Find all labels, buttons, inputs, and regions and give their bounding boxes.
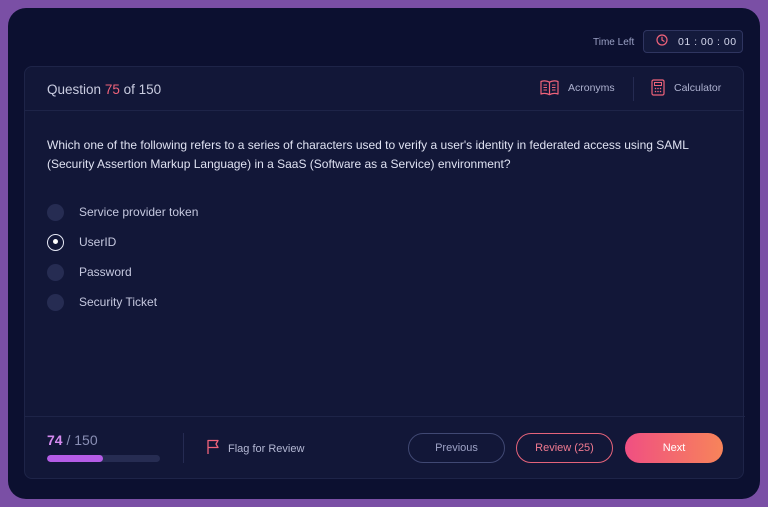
option-label: Security Ticket: [79, 295, 158, 309]
book-icon: [540, 79, 559, 96]
question-card: Question 75 of 150 Acronyms Calculator W…: [24, 66, 745, 480]
progress-bar: [47, 455, 160, 462]
question-footer: 74 / 150 Flag for Review Previous Review…: [25, 416, 745, 480]
previous-button[interactable]: Previous: [408, 433, 505, 463]
answer-option[interactable]: Security Ticket: [47, 287, 198, 317]
option-label: UserID: [79, 235, 117, 249]
question-counter: Question 75 of 150: [47, 82, 161, 97]
radio-button[interactable]: [47, 293, 64, 311]
question-number: 75: [104, 82, 120, 97]
question-header: Question 75 of 150 Acronyms Calculator: [25, 67, 743, 111]
option-label: Service provider token: [79, 205, 199, 219]
answer-option[interactable]: Service provider token: [47, 197, 198, 227]
radio-button-selected[interactable]: [47, 233, 64, 251]
flag-label: Flag for Review: [228, 442, 305, 455]
clock-icon: [656, 34, 668, 49]
answer-option[interactable]: Password: [47, 257, 198, 287]
question-suffix: of 150: [123, 82, 162, 97]
radio-button[interactable]: [47, 203, 64, 221]
exam-window: Time Left 01 : 00 : 00 Question 75 of 15…: [8, 8, 760, 499]
question-text: Which one of the following refers to a s…: [47, 138, 689, 171]
option-label: Password: [79, 265, 132, 279]
flag-icon: [206, 439, 220, 458]
flag-for-review-button[interactable]: Flag for Review: [206, 439, 304, 458]
acronyms-button[interactable]: Acronyms: [540, 79, 615, 96]
timer-value: 01 : 00 : 00: [678, 35, 737, 48]
tool-divider: [633, 77, 634, 101]
review-button[interactable]: Review (25): [516, 433, 613, 463]
time-left-label: Time Left: [593, 37, 635, 48]
timer-display: 01 : 00 : 00: [643, 30, 743, 53]
calculator-icon: [651, 79, 665, 96]
calculator-button[interactable]: Calculator: [651, 79, 721, 96]
acronyms-label: Acronyms: [568, 81, 615, 94]
calculator-label: Calculator: [674, 81, 722, 94]
radio-button[interactable]: [47, 263, 64, 281]
progress-total: / 150: [66, 432, 98, 448]
next-button[interactable]: Next: [625, 433, 723, 463]
answer-options: Service provider token UserID Password S…: [47, 197, 198, 317]
progress-counter: 74 / 150: [47, 432, 98, 448]
progress-bar-fill: [47, 455, 103, 462]
progress-current: 74: [47, 432, 63, 448]
answer-option[interactable]: UserID: [47, 227, 198, 257]
question-prefix: Question: [47, 82, 102, 97]
footer-divider: [183, 433, 184, 463]
